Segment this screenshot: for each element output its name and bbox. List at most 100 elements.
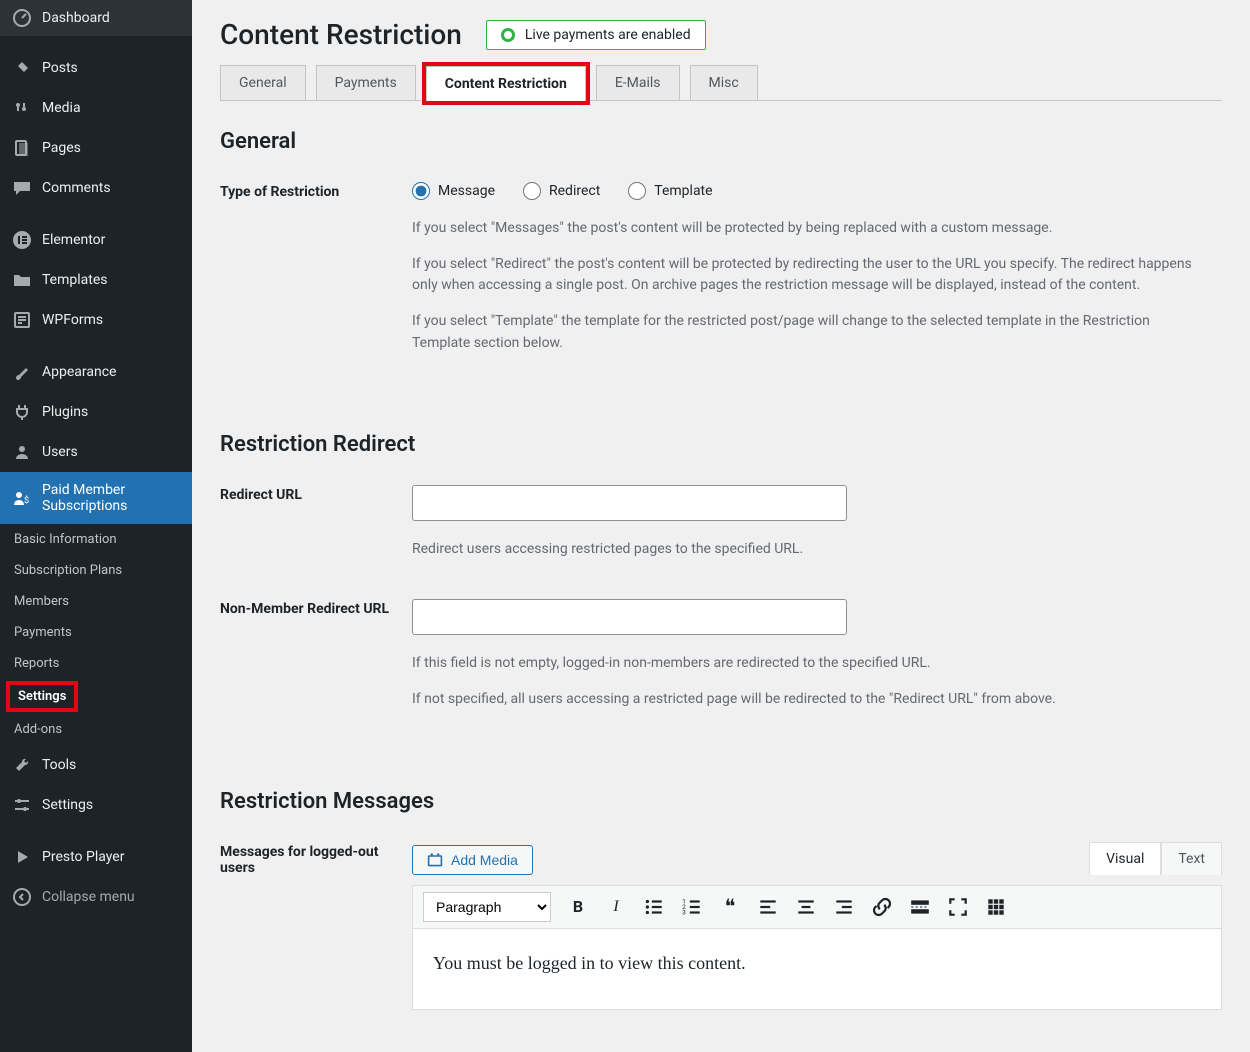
- tab-misc[interactable]: Misc: [690, 65, 758, 100]
- nonmember-desc2: If not specified, all users accessing a …: [412, 689, 1192, 711]
- section-heading-general: General: [220, 129, 1222, 154]
- comment-icon: [12, 178, 32, 198]
- menu-label: Media: [42, 100, 81, 116]
- submenu-reports[interactable]: Reports: [0, 648, 192, 679]
- radio-redirect[interactable]: [523, 182, 541, 200]
- sidebar-item-paid-member-subscriptions[interactable]: $ Paid Member Subscriptions: [0, 472, 192, 524]
- menu-label: Collapse menu: [42, 889, 135, 905]
- submenu-payments[interactable]: Payments: [0, 617, 192, 648]
- number-list-button[interactable]: 123: [681, 896, 703, 918]
- sidebar-item-dashboard[interactable]: Dashboard: [0, 0, 192, 36]
- align-center-button[interactable]: [795, 896, 817, 918]
- radio-redirect-label[interactable]: Redirect: [523, 182, 600, 200]
- sidebar-item-pages[interactable]: Pages: [0, 128, 192, 168]
- menu-label: Elementor: [42, 232, 105, 248]
- play-icon: [12, 847, 32, 867]
- menu-label: Presto Player: [42, 849, 124, 865]
- menu-label: Paid Member Subscriptions: [42, 482, 180, 514]
- nonmember-redirect-label: Non-Member Redirect URL: [220, 599, 412, 617]
- rich-text-editor: Paragraph B I 123 ❝ You must be logged i…: [412, 885, 1222, 1010]
- sidebar-item-comments[interactable]: Comments: [0, 168, 192, 208]
- editor-tab-visual[interactable]: Visual: [1089, 842, 1161, 875]
- submenu-settings[interactable]: Settings: [6, 681, 78, 712]
- bold-button[interactable]: B: [567, 896, 589, 918]
- menu-label: Comments: [42, 180, 111, 196]
- sidebar-item-tools[interactable]: Tools: [0, 745, 192, 785]
- status-dot-icon: [501, 28, 515, 42]
- sidebar-item-templates[interactable]: Templates: [0, 260, 192, 300]
- align-left-button[interactable]: [757, 896, 779, 918]
- loggedout-msg-label: Messages for logged-out users: [220, 842, 412, 876]
- redirect-url-input[interactable]: [412, 485, 847, 521]
- tab-emails[interactable]: E-Mails: [596, 65, 680, 100]
- sidebar-item-users[interactable]: Users: [0, 432, 192, 472]
- sidebar-item-elementor[interactable]: Elementor: [0, 220, 192, 260]
- folder-icon: [12, 270, 32, 290]
- sidebar-item-presto-player[interactable]: Presto Player: [0, 837, 192, 877]
- collapse-icon: [12, 887, 32, 907]
- media-icon: [12, 98, 32, 118]
- page-title: Content Restriction: [220, 18, 462, 51]
- sidebar-item-wpforms[interactable]: WPForms: [0, 300, 192, 340]
- subscription-icon: $: [12, 488, 32, 508]
- align-right-button[interactable]: [833, 896, 855, 918]
- pages-icon: [12, 138, 32, 158]
- redirect-url-desc: Redirect users accessing restricted page…: [412, 539, 1192, 561]
- payment-status-pill: Live payments are enabled: [486, 20, 706, 50]
- menu-label: Tools: [42, 757, 76, 773]
- desc-redirect: If you select "Redirect" the post's cont…: [412, 254, 1192, 297]
- submenu-subscription-plans[interactable]: Subscription Plans: [0, 555, 192, 586]
- submenu-members[interactable]: Members: [0, 586, 192, 617]
- menu-label: Templates: [42, 272, 108, 288]
- wrench-icon: [12, 755, 32, 775]
- settings-tabs: General Payments Content Restriction E-M…: [220, 65, 1222, 101]
- menu-label: Pages: [42, 140, 81, 156]
- menu-label: Plugins: [42, 404, 88, 420]
- sidebar-item-plugins[interactable]: Plugins: [0, 392, 192, 432]
- tab-content-restriction[interactable]: Content Restriction: [426, 66, 586, 101]
- nonmember-desc1: If this field is not empty, logged-in no…: [412, 653, 1192, 675]
- sliders-icon: [12, 795, 32, 815]
- nonmember-redirect-input[interactable]: [412, 599, 847, 635]
- sidebar-item-media[interactable]: Media: [0, 88, 192, 128]
- format-select[interactable]: Paragraph: [423, 892, 551, 922]
- elementor-icon: [12, 230, 32, 250]
- tab-payments[interactable]: Payments: [316, 65, 416, 100]
- radio-message-label[interactable]: Message: [412, 182, 495, 200]
- sidebar-item-posts[interactable]: Posts: [0, 48, 192, 88]
- bullet-list-button[interactable]: [643, 896, 665, 918]
- svg-text:$: $: [24, 495, 29, 506]
- add-media-button[interactable]: Add Media: [412, 845, 533, 875]
- desc-template: If you select "Template" the template fo…: [412, 311, 1192, 354]
- radio-template-label[interactable]: Template: [628, 182, 712, 200]
- admin-sidebar: Dashboard Posts Media Pages Comments Ele…: [0, 0, 192, 1052]
- section-heading-messages: Restriction Messages: [220, 789, 1222, 814]
- editor-content[interactable]: You must be logged in to view this conte…: [413, 929, 1221, 1009]
- toolbar-toggle-button[interactable]: [985, 896, 1007, 918]
- menu-label: Appearance: [42, 364, 116, 380]
- main-content: Content Restriction Live payments are en…: [192, 0, 1250, 1052]
- link-button[interactable]: [871, 896, 893, 918]
- form-icon: [12, 310, 32, 330]
- plug-icon: [12, 402, 32, 422]
- tab-general[interactable]: General: [220, 65, 306, 100]
- editor-toolbar: Paragraph B I 123 ❝: [413, 886, 1221, 929]
- status-text: Live payments are enabled: [525, 27, 691, 43]
- radio-template[interactable]: [628, 182, 646, 200]
- svg-text:3: 3: [682, 908, 686, 916]
- menu-label: Settings: [42, 797, 93, 813]
- menu-label: WPForms: [42, 312, 103, 328]
- submenu-basic-information[interactable]: Basic Information: [0, 524, 192, 555]
- menu-label: Posts: [42, 60, 78, 76]
- quote-button[interactable]: ❝: [719, 896, 741, 918]
- italic-button[interactable]: I: [605, 896, 627, 918]
- submenu-addons[interactable]: Add-ons: [0, 714, 192, 745]
- sidebar-item-collapse[interactable]: Collapse menu: [0, 877, 192, 917]
- sidebar-item-appearance[interactable]: Appearance: [0, 352, 192, 392]
- sidebar-item-settings[interactable]: Settings: [0, 785, 192, 825]
- brush-icon: [12, 362, 32, 382]
- fullscreen-button[interactable]: [947, 896, 969, 918]
- readmore-button[interactable]: [909, 896, 931, 918]
- editor-tab-text[interactable]: Text: [1161, 842, 1222, 875]
- radio-message[interactable]: [412, 182, 430, 200]
